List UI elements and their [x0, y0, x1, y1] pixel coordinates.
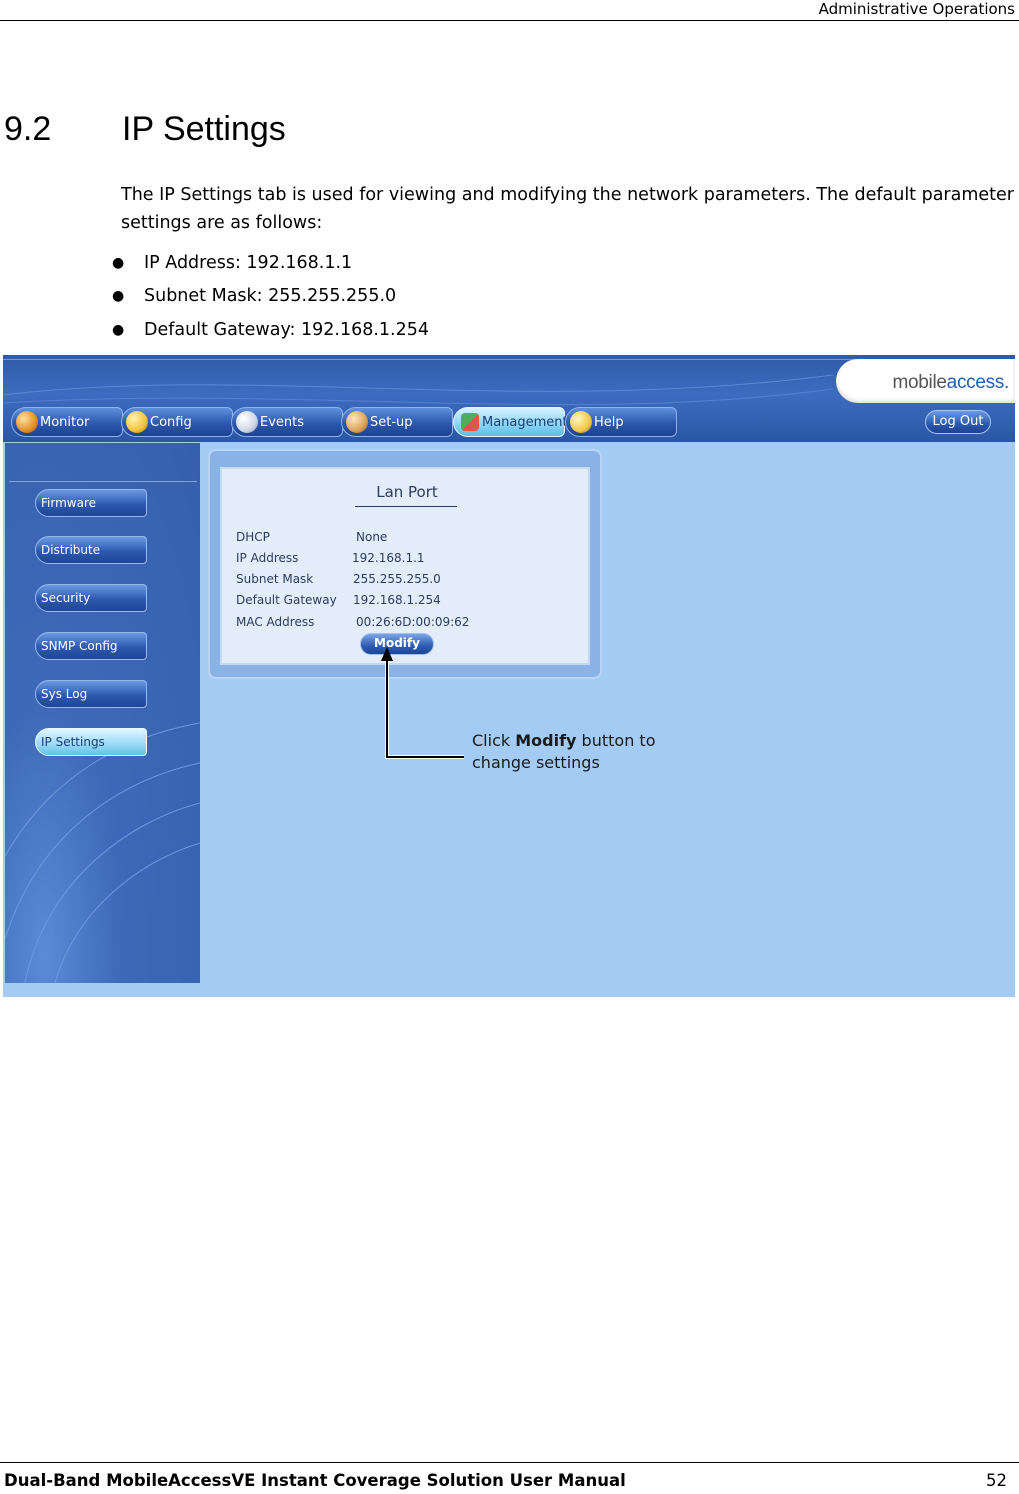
sidebar-item-firmware[interactable]: Firmware	[35, 489, 147, 517]
tab-management[interactable]: Management	[453, 407, 568, 437]
tab-help[interactable]: Help	[565, 407, 677, 437]
bullet-icon: ●	[112, 321, 125, 338]
monitor-icon	[16, 411, 38, 433]
page-number: 52	[986, 1471, 1007, 1490]
mobileaccess-logo: mobileaccess.	[836, 359, 1015, 403]
page-footer: Dual-Band MobileAccessVE Instant Coverag…	[0, 1462, 1019, 1494]
tab-events[interactable]: Events	[231, 407, 343, 437]
tab-set-up[interactable]: Set-up	[341, 407, 453, 437]
page-header: Administrative Operations	[0, 0, 1019, 21]
wrench-icon	[126, 411, 148, 433]
management-icon	[461, 413, 479, 431]
field-row-subnet-mask: Subnet Mask 255.255.255.0	[236, 572, 441, 586]
lan-port-panel: Lan Port DHCP None IP Address 192.168.1.…	[208, 449, 602, 679]
header-text: Administrative Operations	[818, 0, 1015, 18]
events-icon	[236, 411, 258, 433]
list-item: ● Subnet Mask: 255.255.255.0	[112, 286, 397, 307]
intro-paragraph: The IP Settings tab is used for viewing …	[121, 185, 1014, 233]
modify-callout-text: Click Modify button to change settings	[472, 731, 656, 772]
bullet-icon: ●	[112, 254, 125, 271]
tab-config[interactable]: Config	[121, 407, 233, 437]
ip-settings-screenshot: mobileaccess. Monitor Config Events Set-…	[3, 355, 1015, 997]
sidebar-item-distribute[interactable]: Distribute	[35, 536, 147, 564]
default-settings-list: ● IP Address: 192.168.1.1 ● Subnet Mask: 2…	[112, 246, 429, 347]
tab-monitor[interactable]: Monitor	[11, 407, 123, 437]
field-row-mac-address: MAC Address 00:26:6D:00:09:62	[236, 615, 470, 629]
section-heading: 9.2 IP Settings	[4, 110, 286, 149]
field-row-dhcp: DHCP None	[236, 530, 388, 544]
sidebar-item-security[interactable]: Security	[35, 584, 147, 612]
field-row-ip-address: IP Address 192.168.1.1	[236, 551, 425, 565]
help-icon	[570, 411, 592, 433]
sidebar-item-snmp-config[interactable]: SNMP Config	[35, 632, 147, 660]
manual-title: Dual-Band MobileAccessVE Instant Coverag…	[4, 1471, 626, 1490]
sidebar-item-ip-settings[interactable]: IP Settings	[35, 728, 147, 756]
modify-button[interactable]: Modify	[360, 633, 434, 655]
bullet-icon: ●	[112, 288, 125, 305]
top-navigation-bar: mobileaccess. Monitor Config Events Set-…	[3, 355, 1015, 442]
section-number: 9.2	[4, 110, 52, 148]
list-item: ● IP Address: 192.168.1.1	[112, 252, 353, 273]
list-item: ● Default Gateway: 192.168.1.254	[112, 319, 430, 340]
log-out-button[interactable]: Log Out	[925, 410, 991, 434]
sidebar-arc-decoration	[5, 722, 200, 983]
hammer-icon	[346, 411, 368, 433]
sidebar-item-sys-log[interactable]: Sys Log	[35, 680, 147, 708]
management-sidebar: Firmware Distribute Security SNMP Config…	[5, 443, 200, 983]
field-row-default-gateway: Default Gateway 192.168.1.254	[236, 593, 441, 607]
panel-title: Lan Port	[376, 483, 438, 501]
section-title: IP Settings	[122, 110, 286, 148]
